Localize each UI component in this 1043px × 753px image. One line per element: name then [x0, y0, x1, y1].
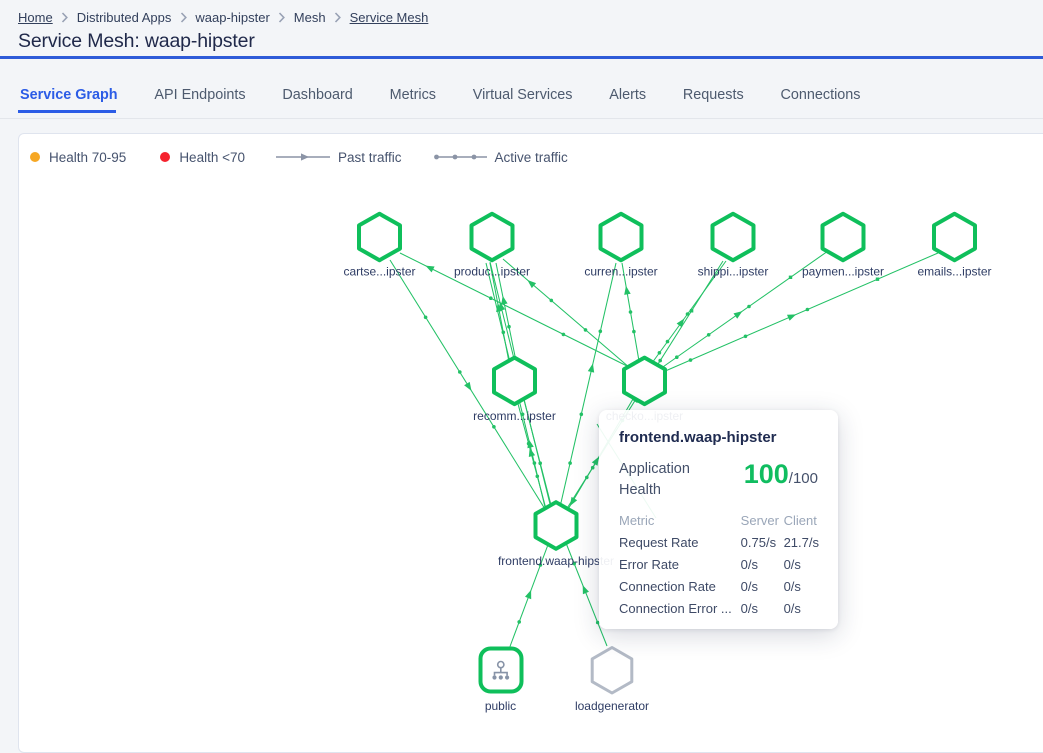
svg-text:frontend.waap-hipster: frontend.waap-hipster	[498, 554, 614, 568]
svg-text:cartse...ipster: cartse...ipster	[343, 265, 415, 279]
svg-text:shippi...ipster: shippi...ipster	[698, 265, 769, 279]
svg-text:emails...ipster: emails...ipster	[917, 265, 991, 279]
svg-text:public: public	[485, 699, 516, 713]
svg-text:recomm...ipster: recomm...ipster	[473, 409, 556, 423]
svg-text:paymen...ipster: paymen...ipster	[802, 265, 884, 279]
svg-text:loadgenerator: loadgenerator	[575, 699, 649, 713]
svg-text:produc...ipster: produc...ipster	[454, 265, 530, 279]
svg-text:curren...ipster: curren...ipster	[584, 265, 657, 279]
